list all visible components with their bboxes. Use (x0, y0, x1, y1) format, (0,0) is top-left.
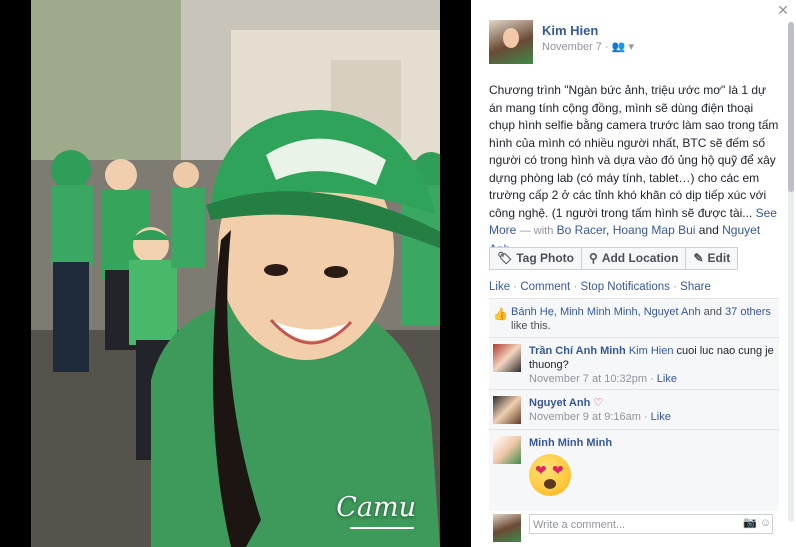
emoji-mouth (544, 479, 556, 489)
commenter-avatar[interactable] (493, 344, 521, 372)
comment-link[interactable]: Comment (520, 281, 570, 293)
author-avatar[interactable] (489, 20, 533, 64)
camera-icon[interactable]: 📷 (743, 517, 757, 529)
post-body: Chương trình "Ngàn bức ảnh, triệu ước mơ… (489, 83, 779, 220)
heart-icon: ♡ (593, 397, 604, 409)
liker-3[interactable]: Nguyet Anh (644, 306, 701, 318)
friends-audience-icon[interactable]: · 👥 ▾ (605, 41, 634, 53)
liker-1[interactable]: Bánh Hẹ (511, 306, 554, 318)
comment-like-link[interactable]: Like (657, 373, 677, 385)
photo-actions: 🏷 Tag Photo ⚲ Add Location ✎ Edit (489, 247, 739, 270)
tagged-friend-1[interactable]: Bo Racer (557, 223, 606, 237)
comment-item: Nguyet Anh ♡ November 9 at 9:16am · Like (489, 389, 779, 430)
comment-time[interactable]: November 9 at 9:16am (529, 411, 641, 423)
close-icon[interactable]: ✕ (777, 3, 789, 17)
commenter-avatar[interactable] (493, 436, 521, 464)
edit-label: Edit (707, 251, 731, 265)
comment-time[interactable]: November 7 at 10:32pm (529, 373, 647, 385)
comment-body: Nguyet Anh ♡ November 9 at 9:16am · Like (529, 396, 774, 424)
post-date[interactable]: November 7 (542, 41, 602, 53)
edit-button[interactable]: ✎ Edit (686, 247, 739, 270)
comment-body: Trần Chí Anh Minh Kim Hien cuoi luc nao … (529, 344, 774, 386)
comment-composer: Write a comment... 📷 ☺ (489, 512, 779, 544)
tag-icon: 🏷 (497, 251, 513, 265)
tag-photo-label: Tag Photo (516, 251, 575, 265)
camu-watermark: Camu (336, 492, 416, 523)
smiley-icon[interactable]: ☺ (760, 517, 771, 529)
pencil-icon: ✎ (693, 251, 704, 265)
tag-and: and (698, 223, 719, 237)
composer-avatar (493, 514, 521, 542)
share-link[interactable]: Share (680, 281, 711, 293)
add-location-button[interactable]: ⚲ Add Location (582, 247, 687, 270)
tag-photo-button[interactable]: 🏷 Tag Photo (489, 247, 583, 270)
feedback-box: 👍 Bánh Hẹ, Minh Minh Minh, Nguyet Anh an… (489, 298, 779, 511)
likers-and: and (703, 306, 722, 318)
comment-meta: November 9 at 9:16am · Like (529, 411, 671, 423)
like-link[interactable]: Like (489, 281, 510, 293)
add-location-label: Add Location (601, 251, 679, 265)
commenter-name[interactable]: Nguyet Anh (529, 397, 590, 409)
heart-eye-right-icon: ❤ (552, 462, 564, 478)
tagged-friend-2[interactable]: Hoang Map Bui (613, 223, 696, 237)
likes-summary: 👍 Bánh Hẹ, Minh Minh Minh, Nguyet Anh an… (493, 306, 771, 332)
comment-like-link[interactable]: Like (651, 411, 671, 423)
likes-suffix: like this. (511, 320, 551, 332)
comment-item: Minh Minh Minh ❤ ❤ (489, 429, 779, 512)
author-name[interactable]: Kim Hien (542, 23, 598, 38)
scrollbar[interactable] (788, 22, 794, 522)
comment-body: Minh Minh Minh (529, 436, 774, 450)
tag-separator: , (606, 223, 610, 237)
thumbs-up-icon: 👍 (493, 307, 508, 321)
comment-mention[interactable]: Kim Hien (629, 345, 674, 357)
heart-eye-left-icon: ❤ (535, 462, 547, 478)
photo-illustration (31, 0, 440, 547)
commenter-name[interactable]: Trần Chí Anh Minh (529, 345, 626, 357)
others-link[interactable]: 37 others (725, 306, 771, 318)
watermark-underline (350, 527, 414, 529)
liker-2[interactable]: Minh Minh Minh (560, 306, 638, 318)
scrollbar-thumb[interactable] (788, 22, 794, 192)
heart-eyes-emoji-sticker: ❤ ❤ (529, 454, 571, 496)
stop-notifications-link[interactable]: Stop Notifications (580, 281, 670, 293)
comment-meta: November 7 at 10:32pm · Like (529, 373, 677, 385)
ufi-action-links: Like · Comment · Stop Notifications · Sh… (489, 281, 711, 293)
post-meta: November 7 · 👥 ▾ (542, 40, 634, 53)
comment-input[interactable]: Write a comment... (529, 514, 773, 534)
selfie-photo[interactable]: Camu (31, 0, 440, 547)
post-text: Chương trình "Ngàn bức ảnh, triệu ước mơ… (489, 82, 779, 258)
post-panel: ✕ Kim Hien November 7 · 👥 ▾ Chương trình… (471, 0, 796, 547)
with-prefix: — with (519, 225, 554, 237)
location-pin-icon: ⚲ (589, 251, 598, 265)
commenter-avatar[interactable] (493, 396, 521, 424)
comment-item: Trần Chí Anh Minh Kim Hien cuoi luc nao … (489, 337, 779, 390)
composer-icons: 📷 ☺ (743, 516, 771, 529)
photo-viewer: Camu (0, 0, 471, 547)
commenter-name[interactable]: Minh Minh Minh (529, 437, 612, 449)
